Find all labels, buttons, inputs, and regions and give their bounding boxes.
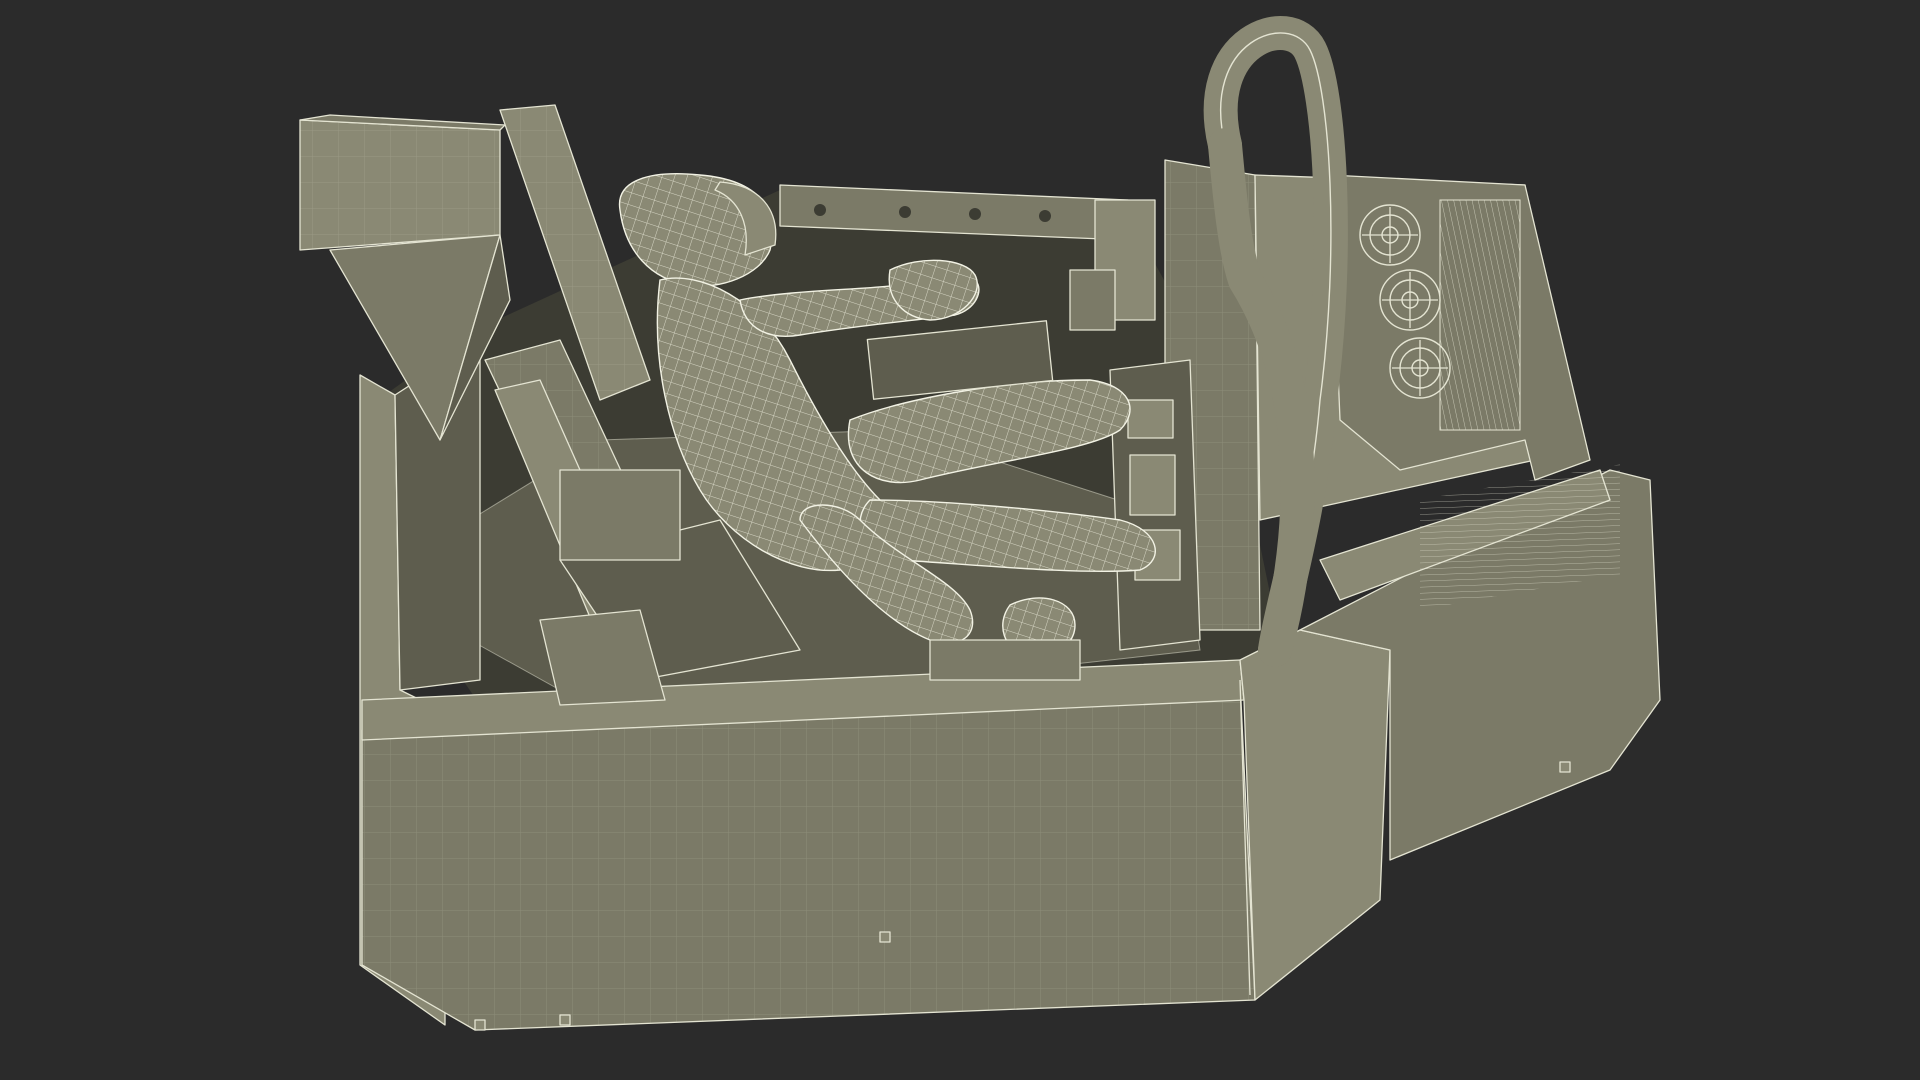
fan-grille-icon (1389, 337, 1451, 399)
dashboard-grille (1439, 199, 1521, 431)
side-wing-plate-mesh (300, 120, 500, 250)
render-viewport: .bg { fill: #2b2b2b; } .fill { fill: #7b… (0, 0, 1920, 1080)
fan-grille-icon (1379, 269, 1441, 331)
wireframe-render: .bg { fill: #2b2b2b; } .fill { fill: #7b… (0, 0, 1920, 1080)
left-console-block (559, 469, 681, 561)
rudder-pedal-base (929, 639, 1081, 681)
fan-grille-icon (1359, 204, 1421, 266)
